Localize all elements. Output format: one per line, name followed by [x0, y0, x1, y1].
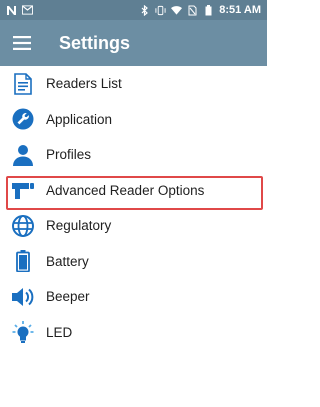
settings-item-battery[interactable]: Battery: [0, 244, 267, 280]
hamburger-icon: [13, 36, 31, 50]
settings-item-label: Application: [46, 111, 113, 127]
settings-list: Readers List Application Profiles Advanc…: [0, 66, 267, 350]
settings-item-readers-list[interactable]: Readers List: [0, 66, 267, 102]
document-icon: [0, 72, 46, 95]
hamburger-menu-button[interactable]: [0, 20, 44, 66]
status-bar: 8:51 AM: [0, 0, 267, 20]
battery-icon: [0, 250, 46, 273]
gmail-icon: [22, 5, 33, 16]
settings-item-label: Advanced Reader Options: [46, 182, 205, 198]
settings-item-label: Regulatory: [46, 218, 112, 234]
no-sim-icon: [187, 5, 198, 16]
settings-item-beeper[interactable]: Beeper: [0, 279, 267, 315]
lightbulb-icon: [0, 320, 46, 344]
speaker-icon: [0, 287, 46, 307]
settings-item-profiles[interactable]: Profiles: [0, 137, 267, 173]
settings-item-label: LED: [46, 324, 73, 340]
settings-item-label: Battery: [46, 253, 89, 269]
wrench-icon: [0, 108, 46, 130]
page-title: Settings: [59, 32, 131, 53]
settings-item-application[interactable]: Application: [0, 102, 267, 138]
settings-item-label: Beeper: [46, 289, 90, 305]
vibrate-icon: [155, 5, 166, 16]
handheld-reader-icon: [0, 180, 46, 200]
settings-item-regulatory[interactable]: Regulatory: [0, 208, 267, 244]
battery-icon: [203, 4, 214, 16]
person-icon: [0, 144, 46, 166]
wifi-icon: [171, 5, 183, 16]
settings-item-label: Readers List: [46, 76, 122, 92]
settings-item-label: Profiles: [46, 147, 92, 163]
n-icon: [6, 5, 17, 16]
globe-icon: [0, 214, 46, 237]
app-bar: Settings: [0, 20, 267, 66]
bluetooth-icon: [139, 4, 150, 16]
status-left: [6, 5, 33, 16]
status-time: 8:51 AM: [219, 4, 261, 16]
settings-item-led[interactable]: LED: [0, 315, 267, 351]
status-right: 8:51 AM: [139, 4, 261, 16]
settings-item-advanced-reader-options[interactable]: Advanced Reader Options: [0, 173, 267, 209]
